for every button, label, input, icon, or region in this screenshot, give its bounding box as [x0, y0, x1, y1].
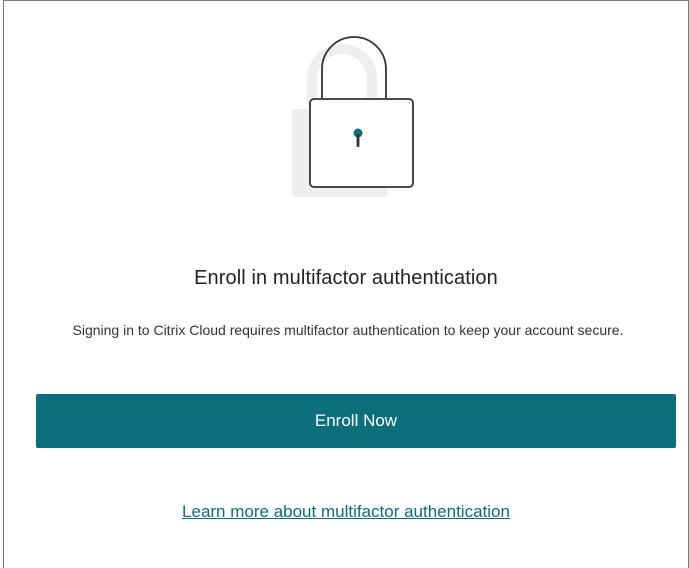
learn-more-link[interactable]: Learn more about multifactor authenticat…: [182, 502, 510, 521]
enrollment-dialog: Enroll in multifactor authentication Sig…: [3, 0, 689, 568]
page-title: Enroll in multifactor authentication: [194, 267, 498, 289]
enroll-now-button[interactable]: Enroll Now: [36, 394, 676, 448]
learn-more-container: Learn more about multifactor authenticat…: [4, 502, 688, 522]
lock-icon: [292, 31, 422, 201]
description-text: Signing in to Citrix Cloud requires mult…: [72, 322, 624, 338]
